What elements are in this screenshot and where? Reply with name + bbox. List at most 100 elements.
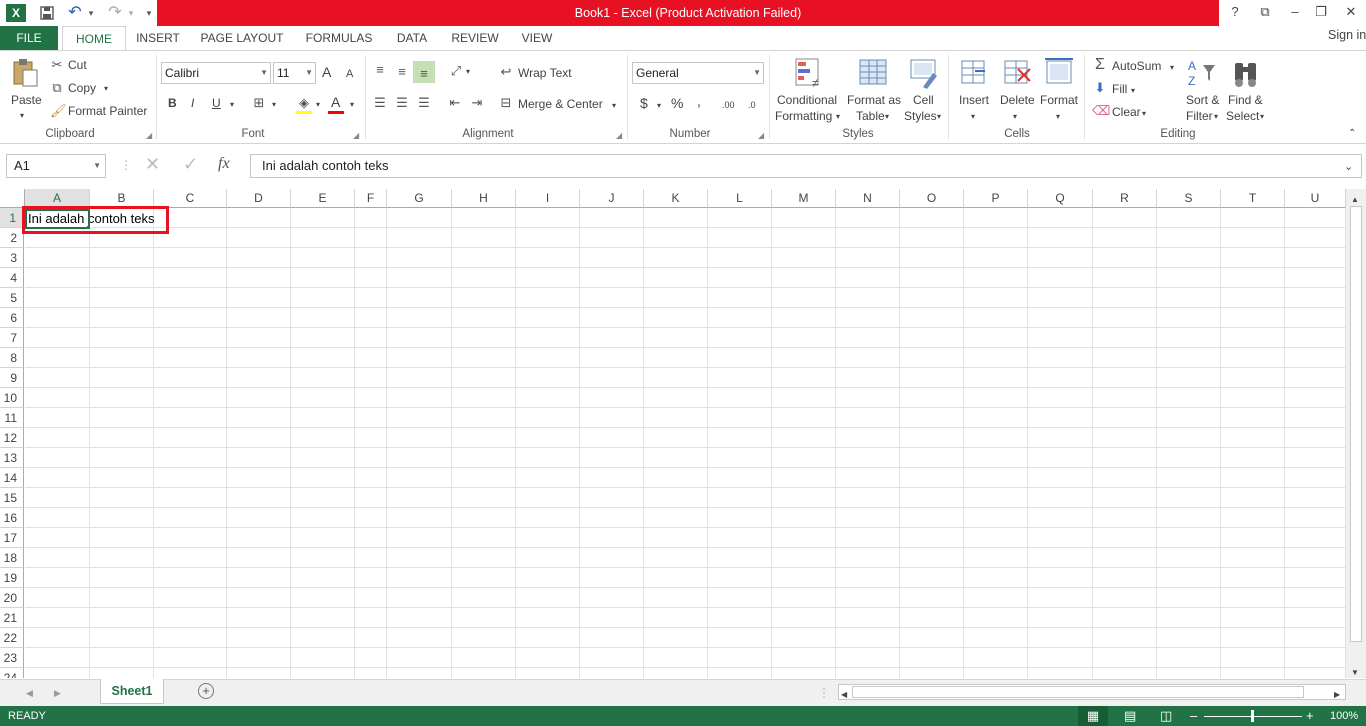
align-right-icon[interactable]: ☰ [415,95,433,111]
new-sheet-button[interactable]: + [198,683,214,699]
format-as-table-label2[interactable]: Table [856,109,885,123]
hscroll-grip-icon[interactable]: ⋮ [818,686,830,700]
conditional-formatting-button[interactable]: Conditional [777,93,837,107]
cell-styles-icon[interactable] [908,57,940,89]
insert-cells-icon[interactable] [958,57,990,89]
align-center-icon[interactable]: ☰ [393,95,411,111]
column-header-m[interactable]: M [772,189,836,208]
insert-dropdown-icon[interactable]: ▾ [971,110,975,124]
bold-button[interactable]: B [168,96,177,110]
row-header-9[interactable]: 9 [0,368,24,388]
row-header-2[interactable]: 2 [0,228,24,248]
tab-data[interactable]: DATA [390,26,434,50]
insert-cells-button[interactable]: Insert [959,93,989,107]
column-header-p[interactable]: P [964,189,1028,208]
zoom-level[interactable]: 100% [1330,708,1358,724]
row-header-16[interactable]: 16 [0,508,24,528]
italic-button[interactable]: I [191,96,194,110]
fill-color-icon[interactable]: ◈ [296,95,312,111]
conditional-formatting-dropdown-icon[interactable]: ▾ [836,110,840,124]
row-header-24[interactable]: 24 [0,668,24,678]
undo-icon[interactable]: ↶ [66,2,84,24]
row-header-13[interactable]: 13 [0,448,24,468]
find-select-dropdown-icon[interactable]: ▾ [1260,110,1264,124]
format-as-table-dropdown-icon[interactable]: ▾ [885,110,889,124]
tab-page-layout[interactable]: PAGE LAYOUT [196,26,288,50]
tab-file[interactable]: FILE [0,26,58,50]
column-header-u[interactable]: U [1285,189,1346,208]
name-box[interactable]: A1 ▼ [6,154,106,178]
row-header-7[interactable]: 7 [0,328,24,348]
merge-center-button[interactable]: Merge & Center [518,97,603,111]
increase-indent-icon[interactable]: ⇥ [468,95,486,111]
row-header-23[interactable]: 23 [0,648,24,668]
prev-sheet-icon[interactable]: ◀ [26,686,33,700]
alignment-launcher-icon[interactable]: ◢ [616,131,622,140]
underline-dropdown-icon[interactable]: ▾ [230,98,234,112]
tab-formulas[interactable]: FORMULAS [300,26,378,50]
tab-view[interactable]: VIEW [514,26,560,50]
column-header-f[interactable]: F [355,189,387,208]
align-bottom-icon[interactable]: ≡ [413,61,435,83]
align-left-icon[interactable]: ☰ [371,95,389,111]
font-size-dropdown-icon[interactable]: ▼ [305,63,313,83]
column-header-d[interactable]: D [227,189,291,208]
save-icon[interactable] [36,2,58,24]
cancel-entry-icon[interactable]: ✕ [145,155,160,173]
tab-insert[interactable]: INSERT [130,26,186,50]
format-as-table-icon[interactable] [857,57,889,89]
row-header-17[interactable]: 17 [0,528,24,548]
copy-button[interactable]: Copy [68,81,96,95]
cut-button[interactable]: Cut [68,58,87,72]
font-name-combo[interactable]: Calibri ▼ [161,62,271,84]
scroll-left-icon[interactable]: ◀ [841,688,847,702]
undo-dropdown-icon[interactable]: ▾ [86,2,96,24]
conditional-formatting-icon[interactable]: ≠ [793,57,825,90]
find-select-label2[interactable]: Select [1226,109,1259,123]
merge-center-dropdown-icon[interactable]: ▾ [612,99,616,113]
fill-dropdown-icon[interactable]: ▾ [1131,84,1135,98]
sheet-tab-sheet1[interactable]: Sheet1 [100,679,164,704]
font-size-combo[interactable]: 11 ▼ [273,62,316,84]
tab-review[interactable]: REVIEW [446,26,504,50]
row-header-14[interactable]: 14 [0,468,24,488]
column-header-o[interactable]: O [900,189,964,208]
wrap-text-button[interactable]: Wrap Text [518,66,572,80]
column-header-n[interactable]: N [836,189,900,208]
format-cells-icon[interactable] [1043,57,1075,89]
clear-dropdown-icon[interactable]: ▾ [1142,107,1146,121]
delete-dropdown-icon[interactable]: ▾ [1013,110,1017,124]
column-header-e[interactable]: E [291,189,355,208]
zoom-out-button[interactable]: – [1190,708,1197,724]
orientation-dropdown-icon[interactable]: ▾ [466,65,470,79]
conditional-formatting-label2[interactable]: Formatting [775,109,832,123]
horizontal-scroll-thumb[interactable] [852,686,1304,698]
column-header-h[interactable]: H [452,189,516,208]
cell-styles-label2[interactable]: Styles [904,109,937,123]
page-layout-view-icon[interactable]: ▤ [1124,708,1136,724]
worksheet-grid[interactable]: A B C D E F G H I J K L M N O P Q R S T U 1 2 3 4 5 6 7 8 9 10 11 12 13 14… [0,189,1346,678]
fill-button[interactable]: Fill [1112,82,1127,96]
font-name-dropdown-icon[interactable]: ▼ [260,63,268,83]
row-header-20[interactable]: 20 [0,588,24,608]
row-header-21[interactable]: 21 [0,608,24,628]
help-icon[interactable]: ? [1220,0,1250,24]
name-box-dropdown-icon[interactable]: ▼ [93,155,101,177]
underline-button[interactable]: U [212,96,221,110]
autosum-button[interactable]: AutoSum [1112,59,1161,73]
copy-dropdown-icon[interactable]: ▾ [104,82,108,96]
paste-dropdown-icon[interactable]: ▾ [20,109,24,123]
decrease-decimal-button[interactable]: .0 [748,98,756,112]
zoom-slider-thumb[interactable] [1251,710,1254,722]
insert-function-icon[interactable]: fx [218,156,230,172]
formula-bar-grip-icon[interactable]: ⋮ [120,158,132,172]
fill-color-dropdown-icon[interactable]: ▾ [316,98,320,112]
paste-icon[interactable] [10,57,40,87]
expand-formula-bar-icon[interactable]: ⌄ [1344,160,1353,174]
delete-cells-icon[interactable] [1001,57,1033,89]
format-as-table-button[interactable]: Format as [847,93,901,107]
cell-styles-button[interactable]: Cell [913,93,934,107]
increase-decimal-button[interactable]: .00 [722,98,735,112]
sort-filter-dropdown-icon[interactable]: ▾ [1214,110,1218,124]
borders-dropdown-icon[interactable]: ▾ [272,98,276,112]
